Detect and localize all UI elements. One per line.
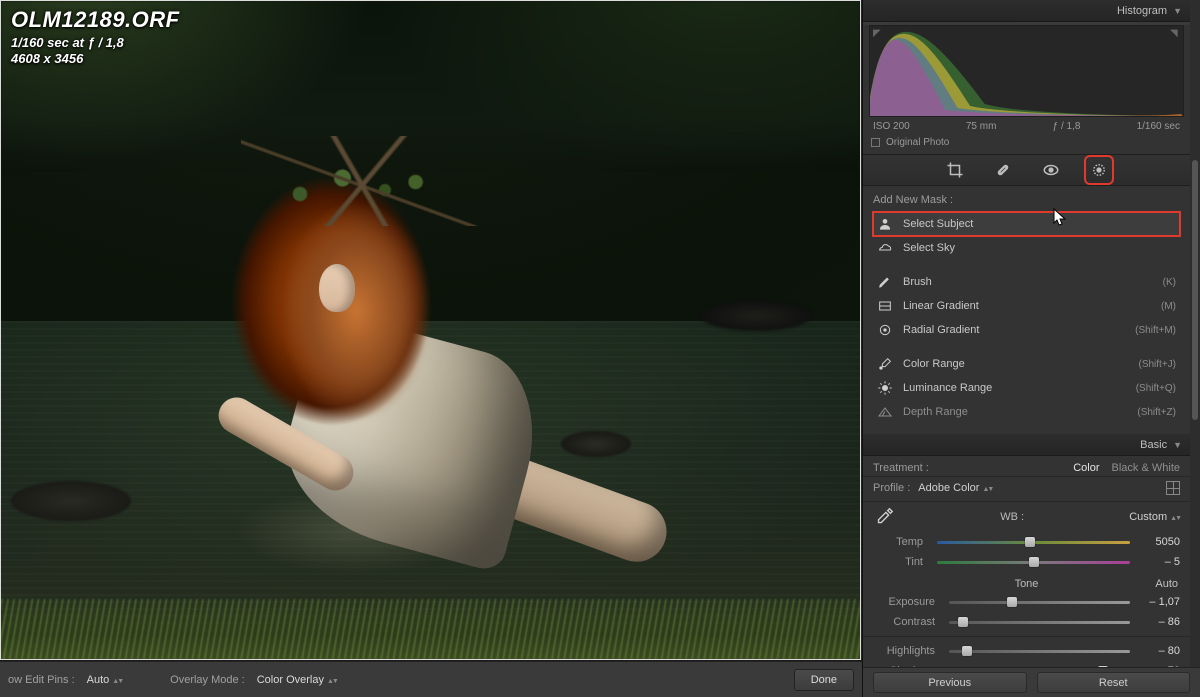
reset-button[interactable]: Reset [1037, 672, 1191, 693]
photo-scene [1, 1, 860, 659]
overlay-mode-dropdown[interactable]: Color Overlay▲▼ [257, 674, 337, 686]
show-pins-label: ow Edit Pins : [8, 674, 75, 686]
chevron-down-icon: ▼ [1173, 6, 1182, 16]
histogram-meta: ISO 200 75 mm ƒ / 1,8 1/160 sec [863, 117, 1190, 134]
tone-header: Tone [1015, 578, 1039, 590]
develop-toolstrip [863, 154, 1190, 186]
masking-tool[interactable] [1088, 159, 1110, 181]
linear-gradient-icon [877, 298, 893, 314]
overlay-mode-label: Overlay Mode : [170, 674, 245, 686]
person-icon [877, 216, 893, 232]
mask-linear-gradient[interactable]: Linear Gradient (M) [873, 294, 1180, 318]
photo-preview[interactable]: OLM12189.ORF 1/160 sec at ƒ / 1,8 4608 x… [0, 0, 861, 660]
tint-label: Tint [873, 556, 931, 568]
tone-auto-button[interactable]: Auto [1155, 578, 1178, 590]
contrast-slider[interactable] [949, 615, 1130, 629]
histogram-header[interactable]: Histogram▼ [863, 0, 1190, 22]
radial-gradient-icon [877, 322, 893, 338]
sidebar-scrollbar[interactable] [1190, 0, 1200, 667]
luminance-icon [877, 380, 893, 396]
mask-luminance-range[interactable]: Luminance Range (Shift+Q) [873, 376, 1180, 400]
contrast-label: Contrast [873, 616, 943, 628]
mask-panel-title: Add New Mask : [873, 194, 1180, 206]
highlights-value[interactable]: – 80 [1136, 645, 1180, 657]
meta-aperture: ƒ / 1,8 [1053, 121, 1081, 132]
mask-select-sky[interactable]: Select Sky [873, 236, 1180, 260]
sky-icon [877, 240, 893, 256]
basic-header[interactable]: Basic▼ [863, 434, 1190, 456]
mask-depth-range[interactable]: Depth Range (Shift+Z) [873, 400, 1180, 424]
right-sidebar: Histogram▼ ◤ ◥ ISO 200 75 mm ƒ / 1,8 1/1… [862, 0, 1200, 697]
meta-focal: 75 mm [966, 121, 997, 132]
wb-dropdown[interactable]: Custom▲▼ [1129, 511, 1180, 523]
previous-button[interactable]: Previous [873, 672, 1027, 693]
redeye-tool[interactable] [1040, 159, 1062, 181]
profile-browser-icon[interactable] [1166, 481, 1180, 495]
temp-label: Temp [873, 536, 931, 548]
photo-filename: OLM12189.ORF [11, 7, 180, 33]
canvas-area: OLM12189.ORF 1/160 sec at ƒ / 1,8 4608 x… [0, 0, 862, 660]
original-photo-toggle[interactable]: Original Photo [863, 134, 1190, 154]
exposure-value[interactable]: – 1,07 [1136, 596, 1180, 608]
profile-label: Profile : [873, 482, 910, 494]
contrast-value[interactable]: – 86 [1136, 616, 1180, 628]
meta-shutter: 1/160 sec [1137, 121, 1180, 132]
depth-icon [877, 404, 893, 420]
checkbox-icon[interactable] [871, 138, 880, 147]
exposure-slider[interactable] [949, 595, 1130, 609]
mask-select-subject[interactable]: Select Subject [873, 212, 1180, 236]
mask-radial-gradient[interactable]: Radial Gradient (Shift+M) [873, 318, 1180, 342]
develop-footer: ow Edit Pins : Auto▲▼ Overlay Mode : Col… [0, 661, 862, 697]
temp-slider[interactable] [937, 535, 1130, 549]
temp-value[interactable]: 5050 [1136, 536, 1180, 548]
treatment-color[interactable]: Color [1073, 462, 1099, 474]
basic-panel: Treatment : Color Black & White Profile … [863, 456, 1190, 667]
meta-iso: ISO 200 [873, 121, 910, 132]
color-range-icon [877, 356, 893, 372]
photo-info-overlay: OLM12189.ORF 1/160 sec at ƒ / 1,8 4608 x… [11, 7, 180, 66]
photo-exposure: 1/160 sec at ƒ / 1,8 [11, 35, 180, 50]
profile-dropdown[interactable]: Adobe Color▲▼ [918, 482, 992, 494]
photo-dimensions: 4608 x 3456 [11, 51, 180, 66]
crop-tool[interactable] [944, 159, 966, 181]
treatment-label: Treatment : [873, 462, 929, 474]
mask-panel: Add New Mask : Select Subject Select Sky… [863, 186, 1190, 434]
mask-color-range[interactable]: Color Range (Shift+J) [873, 352, 1180, 376]
tint-slider[interactable] [937, 555, 1130, 569]
highlights-label: Highlights [873, 645, 943, 657]
chevron-down-icon: ▼ [1173, 440, 1182, 450]
wb-label: WB : [905, 511, 1119, 523]
exposure-label: Exposure [873, 596, 943, 608]
highlights-slider[interactable] [949, 644, 1130, 658]
treatment-bw[interactable]: Black & White [1112, 462, 1180, 474]
wb-eyedropper[interactable] [873, 506, 895, 528]
histogram-display[interactable]: ◤ ◥ [869, 25, 1184, 117]
show-pins-dropdown[interactable]: Auto▲▼ [87, 674, 123, 686]
mask-brush[interactable]: Brush (K) [873, 270, 1180, 294]
brush-icon [877, 274, 893, 290]
tint-value[interactable]: – 5 [1136, 556, 1180, 568]
heal-tool[interactable] [992, 159, 1014, 181]
done-button[interactable]: Done [794, 669, 854, 691]
